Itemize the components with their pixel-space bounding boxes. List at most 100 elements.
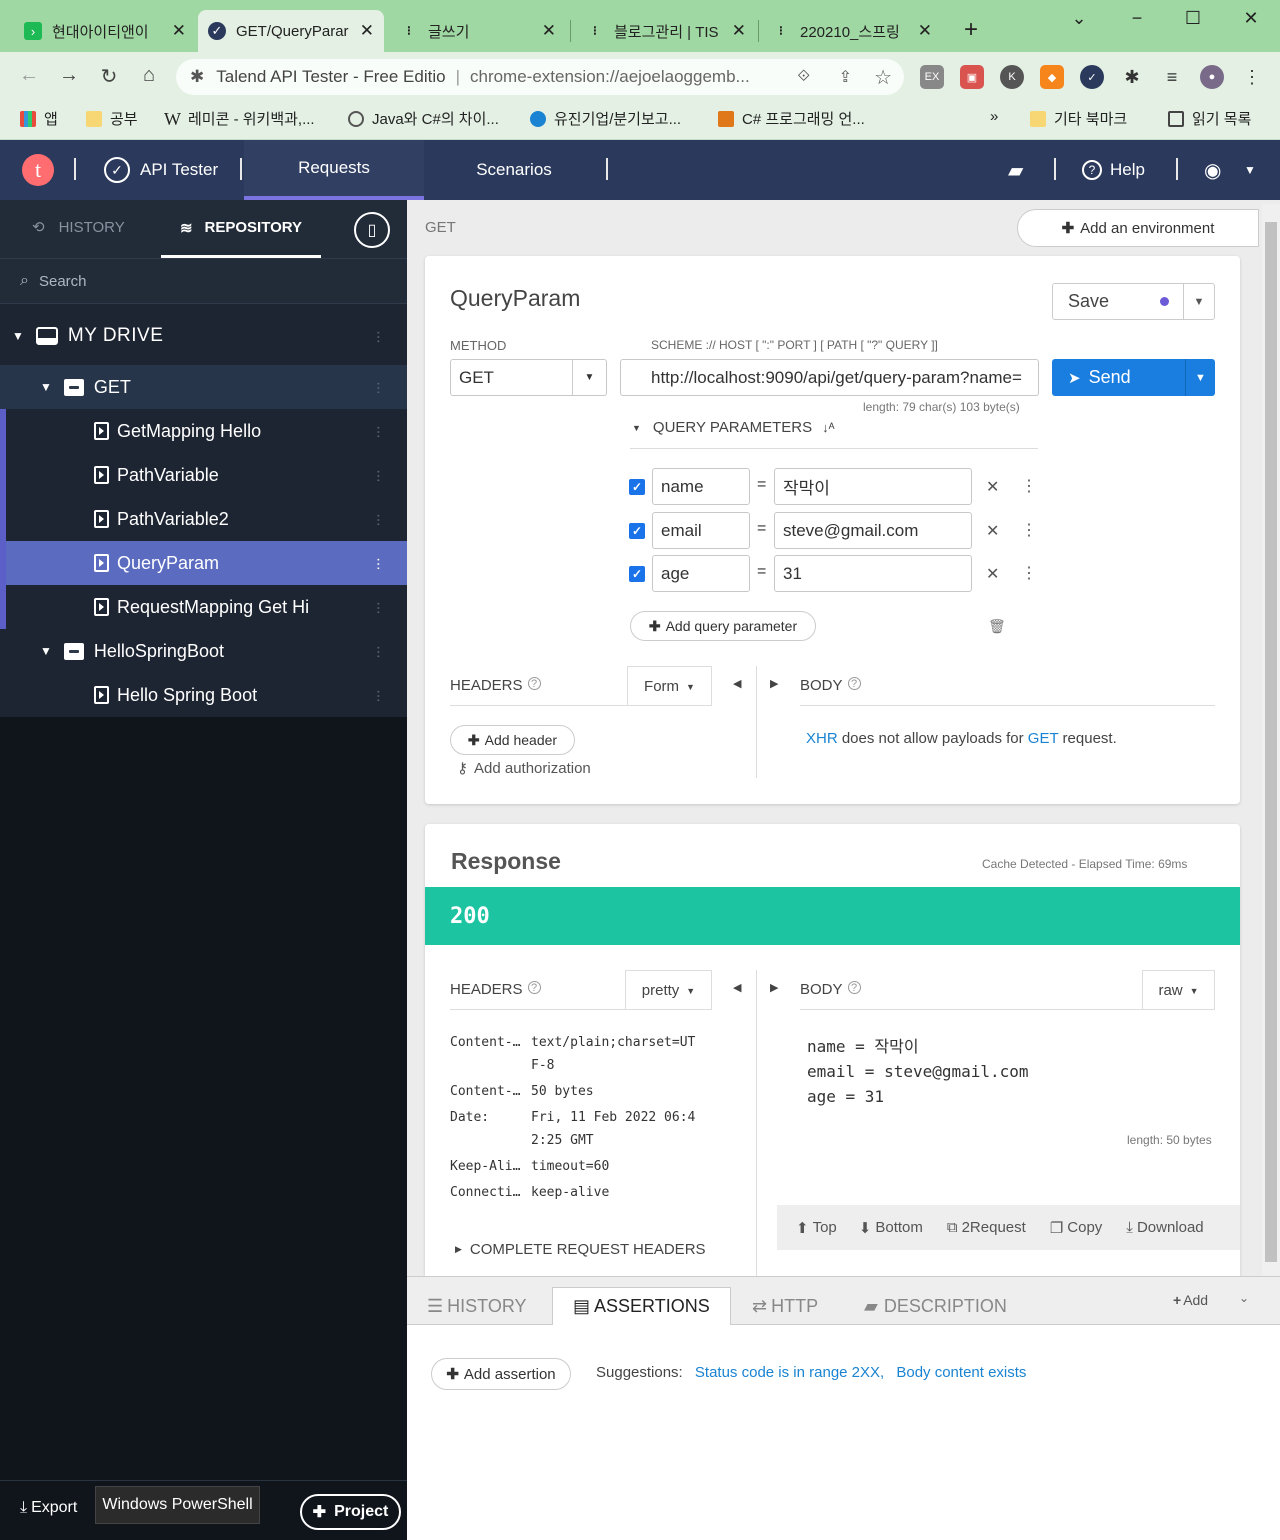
sidebar-search[interactable]: ⌕ Search [0, 258, 407, 304]
add-authorization-link[interactable]: ⚷ Add authorization [457, 759, 591, 778]
close-window-button[interactable]: ✕ [1236, 8, 1266, 29]
get-link[interactable]: GET [1028, 730, 1059, 747]
param-checkbox[interactable]: ✓ [629, 479, 645, 495]
tree-request[interactable]: RequestMapping Get Hi ··· [0, 585, 407, 629]
trash-icon[interactable]: 🗑 [988, 618, 1006, 635]
new-tab-button[interactable]: + [956, 16, 986, 44]
metamask-icon[interactable]: ◆ [1040, 65, 1064, 89]
star-icon[interactable]: ☆ [874, 65, 892, 90]
maximize-button[interactable]: ☐ [1178, 8, 1208, 29]
add-environment-button[interactable]: ✚ Add an environment [1017, 209, 1259, 247]
bookmark-folder[interactable]: 공부 [86, 108, 138, 129]
screen-extension-icon[interactable]: ▣ [960, 65, 984, 89]
suggestion-link[interactable]: Body content exists [896, 1364, 1026, 1381]
copy-button[interactable]: ❐ Copy [1050, 1219, 1102, 1237]
param-more-icon[interactable]: ⋮ [1021, 476, 1037, 496]
bookmark[interactable]: 유진기업/분기보고... [530, 108, 681, 129]
more-icon[interactable]: ··· [369, 381, 387, 394]
more-icon[interactable]: ··· [369, 425, 387, 438]
translate-icon[interactable]: ⟐ [797, 68, 810, 86]
top-button[interactable]: ⬆ Top [796, 1219, 837, 1237]
param-value-input[interactable]: 31 [774, 555, 972, 592]
collapse-right-icon[interactable]: ▶ [770, 677, 778, 690]
home-button[interactable]: ⌂ [136, 64, 162, 87]
param-checkbox[interactable]: ✓ [629, 523, 645, 539]
tree-request[interactable]: PathVariable ··· [0, 453, 407, 497]
add-header-button[interactable]: ✚ Add header [450, 725, 575, 755]
close-icon[interactable]: ✕ [542, 21, 556, 41]
suggestion-link[interactable]: Status code is in range 2XX, [695, 1364, 884, 1381]
collapse-left-icon[interactable]: ◀ [733, 981, 741, 994]
browser-tab[interactable]: ⁝ 220210_스프링 ✕ [762, 10, 942, 52]
bookmark-folder[interactable]: 기타 북마크 [1030, 108, 1127, 129]
reload-button[interactable]: ↻ [96, 64, 122, 89]
param-more-icon[interactable]: ⋮ [1021, 563, 1037, 583]
tree-request[interactable]: Hello Spring Boot ··· [0, 673, 407, 717]
talend-extension-icon[interactable]: ✓ [1080, 65, 1104, 89]
param-more-icon[interactable]: ⋮ [1021, 520, 1037, 540]
api-tester-brand[interactable]: ✓ API Tester [104, 140, 218, 200]
save-dropdown-button[interactable]: ▼ [1183, 283, 1215, 320]
help-button[interactable]: ? Help [1082, 140, 1145, 200]
tab-http[interactable]: ⇄ HTTP [732, 1287, 838, 1325]
chat-icon[interactable]: ▰ [1008, 140, 1023, 200]
forward-button[interactable]: → [56, 64, 82, 87]
chevron-down-icon[interactable]: ▼ [1244, 140, 1256, 200]
export-button[interactable]: ⤓ Export [20, 1499, 77, 1517]
k-extension-icon[interactable]: K [1000, 65, 1024, 89]
bookmark[interactable]: W 레미콘 - 위키백과,... [164, 108, 315, 129]
tree-folder-get[interactable]: ▼ GET ··· [0, 365, 407, 409]
close-icon[interactable]: ✕ [732, 21, 746, 41]
to-request-button[interactable]: ⧉ 2Request [947, 1219, 1026, 1236]
headers-format-select[interactable]: pretty ▼ [625, 970, 712, 1010]
add-assertion-button[interactable]: ✚ Add assertion [431, 1358, 571, 1390]
tab-history[interactable]: ☰ HISTORY [407, 1287, 547, 1325]
close-icon[interactable]: ✕ [918, 21, 932, 41]
param-checkbox[interactable]: ✓ [629, 566, 645, 582]
bookmark-apps[interactable]: 앱 [20, 108, 58, 129]
bookmark[interactable]: Java와 C#의 차이... [348, 108, 499, 129]
xhr-link[interactable]: XHR [806, 730, 838, 747]
tree-request-selected[interactable]: QueryParam ··· [6, 541, 407, 585]
share-icon[interactable]: ⇪ [839, 67, 852, 87]
project-button[interactable]: ✚ Project [300, 1494, 401, 1530]
collapse-right-icon[interactable]: ▶ [770, 981, 778, 994]
minimize-button[interactable]: − [1122, 8, 1152, 29]
url-input[interactable]: http://localhost:9090/api/get/query-para… [620, 359, 1039, 396]
close-icon[interactable]: ✕ [172, 21, 186, 41]
tab-description[interactable]: ▰ DESCRIPTION [844, 1287, 1027, 1325]
avatar[interactable]: ● [1200, 65, 1224, 89]
more-icon[interactable]: ··· [369, 513, 387, 526]
user-icon[interactable]: ◉ [1204, 140, 1221, 200]
menu-icon[interactable]: ⋮ [1240, 65, 1264, 89]
new-document-icon[interactable]: ▯ [354, 212, 390, 248]
browser-tab[interactable]: › 현대아이티앤이 ✕ [14, 10, 196, 52]
more-icon[interactable]: ··· [369, 601, 387, 614]
tab-assertions[interactable]: ▤ ASSERTIONS [552, 1287, 731, 1325]
reading-list[interactable]: 읽기 목록 [1168, 108, 1251, 129]
param-value-input[interactable]: steve@gmail.com [774, 512, 972, 549]
method-select[interactable]: GET ▼ [450, 359, 607, 396]
send-dropdown-button[interactable]: ▼ [1185, 359, 1215, 396]
talend-logo[interactable]: t [22, 140, 54, 200]
extensions-icon[interactable]: ✱ [1120, 65, 1144, 89]
remove-param-icon[interactable]: ✕ [986, 564, 999, 584]
chevron-down-icon[interactable]: ⌄ [1239, 1291, 1249, 1305]
browser-tab[interactable]: ⁝ 블로그관리 | TIS ✕ [576, 10, 756, 52]
browser-tab[interactable]: ⁝ 글쓰기 ✕ [390, 10, 566, 52]
param-value-input[interactable]: 작막이 [774, 468, 972, 505]
param-key-input[interactable]: name [652, 468, 750, 505]
bottom-button[interactable]: ⬇ Bottom [859, 1219, 923, 1237]
complete-request-headers-toggle[interactable]: ▶ COMPLETE REQUEST HEADERS [455, 1241, 706, 1258]
body-format-select[interactable]: raw ▼ [1142, 970, 1215, 1010]
more-icon[interactable]: ··· [369, 469, 387, 482]
media-icon[interactable]: ≡ [1160, 65, 1184, 89]
add-query-parameter-button[interactable]: ✚ Add query parameter [630, 611, 816, 641]
my-drive[interactable]: ▼ MY DRIVE ··· [0, 312, 407, 360]
back-button[interactable]: ← [16, 64, 42, 87]
more-icon[interactable]: ··· [369, 689, 387, 702]
tree-folder-hellospringboot[interactable]: ▼ HelloSpringBoot ··· [0, 629, 407, 673]
remove-param-icon[interactable]: ✕ [986, 521, 999, 541]
tab-search-icon[interactable]: ⌄ [1064, 8, 1094, 29]
ex-extension-icon[interactable]: EX [920, 65, 944, 89]
